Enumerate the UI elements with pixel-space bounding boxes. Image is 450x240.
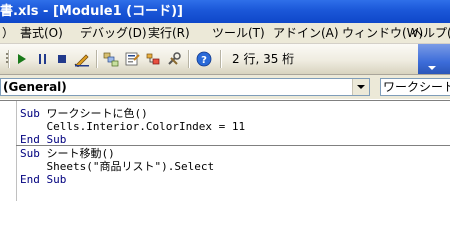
code-window-combos: (General) ワークシート bbox=[0, 75, 450, 99]
code-line[interactable]: End Sub bbox=[20, 173, 66, 186]
toolbar-separator bbox=[188, 50, 190, 68]
code-line[interactable]: Sub ワークシートに色() bbox=[20, 107, 148, 120]
toolbar-separator bbox=[96, 50, 98, 68]
procedure-combo[interactable]: ワークシート bbox=[380, 78, 450, 96]
object-combo-value: (General) bbox=[3, 80, 67, 94]
procedure-separator bbox=[16, 145, 450, 146]
chevron-down-icon bbox=[357, 85, 365, 89]
toolbar-options-button[interactable] bbox=[418, 44, 450, 74]
menu-item-debug[interactable]: デバッグ(D) bbox=[78, 23, 149, 43]
object-combo-dropdown[interactable] bbox=[352, 79, 369, 95]
run-icon[interactable] bbox=[14, 51, 30, 67]
cursor-position: 2 行, 35 桁 bbox=[232, 52, 295, 66]
chevron-down-icon bbox=[428, 66, 436, 70]
menu-item-edit-partial[interactable]: ） bbox=[0, 23, 16, 43]
window-title: 書.xls - [Module1 (コード)] bbox=[0, 4, 184, 19]
design-mode-icon[interactable] bbox=[74, 51, 90, 67]
toolbar-separator bbox=[220, 50, 222, 68]
code-line[interactable]: Sheets("商品リスト").Select bbox=[20, 160, 214, 173]
toolbox-icon[interactable] bbox=[166, 51, 182, 67]
properties-icon[interactable] bbox=[124, 51, 140, 67]
procedure-combo-value: ワークシート bbox=[383, 80, 450, 94]
stop-icon[interactable] bbox=[54, 51, 70, 67]
menu-item-tools[interactable]: ツール(T) bbox=[210, 23, 267, 43]
project-explorer-icon[interactable] bbox=[103, 51, 119, 67]
code-editor[interactable]: Sub ワークシートに色() Cells.Interior.ColorIndex… bbox=[0, 100, 450, 201]
title-bar: 書.xls - [Module1 (コード)] bbox=[0, 0, 450, 23]
svg-text:?: ? bbox=[201, 55, 207, 66]
code-line[interactable]: Cells.Interior.ColorIndex = 11 bbox=[20, 120, 245, 133]
toolbar-separator bbox=[8, 50, 10, 68]
menu-item-addins[interactable]: アドイン(A) bbox=[271, 23, 341, 43]
object-combo[interactable]: (General) bbox=[0, 78, 370, 96]
help-icon[interactable]: ? bbox=[196, 51, 212, 67]
menu-bar: ） 書式(O) デバッグ(D) 実行(R) ツール(T) アドイン(A) ウィン… bbox=[0, 23, 450, 44]
pause-icon[interactable] bbox=[34, 51, 50, 67]
margin-indicator-bar[interactable] bbox=[0, 101, 17, 201]
menu-item-format[interactable]: 書式(O) bbox=[18, 23, 65, 43]
menu-item-run[interactable]: 実行(R) bbox=[146, 23, 192, 43]
object-browser-icon[interactable] bbox=[145, 51, 161, 67]
standard-toolbar: ? 2 行, 35 桁 bbox=[0, 44, 450, 75]
code-line[interactable]: Sub シート移動() bbox=[20, 147, 115, 160]
menu-item-help[interactable]: ヘルプ(H bbox=[409, 23, 450, 43]
